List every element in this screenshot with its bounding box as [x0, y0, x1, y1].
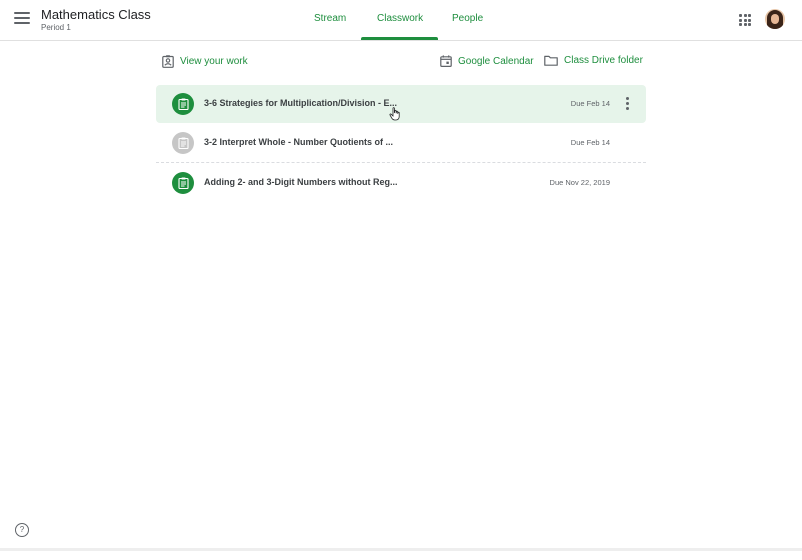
assignment-ind-icon [162, 55, 174, 68]
calendar-icon [440, 55, 452, 67]
tab-classwork[interactable]: Classwork [377, 13, 423, 24]
bottom-edge-bar [0, 548, 802, 551]
view-your-work-label: View your work [180, 56, 248, 67]
folder-icon [544, 55, 558, 66]
class-drive-folder-label: Class Drive folder [564, 55, 643, 66]
avatar[interactable] [765, 9, 785, 29]
hand-pointer-cursor-icon [389, 107, 400, 121]
help-icon[interactable]: ? [15, 523, 29, 537]
assignment-due-date: Due Feb 14 [570, 99, 610, 108]
more-vert-icon[interactable] [626, 97, 630, 111]
assignment-icon [172, 93, 194, 115]
active-tab-indicator [361, 37, 438, 40]
tab-people[interactable]: People [452, 13, 483, 24]
assignment-due-date: Due Nov 22, 2019 [549, 178, 610, 187]
class-drive-folder-link[interactable]: Class Drive folder [544, 55, 643, 66]
assignment-row[interactable]: 3-6 Strategies for Multiplication/Divisi… [156, 85, 646, 123]
assignment-icon [172, 172, 194, 194]
view-your-work-link[interactable]: View your work [162, 55, 248, 68]
assignment-due-date: Due Feb 14 [570, 138, 610, 147]
google-calendar-label: Google Calendar [458, 55, 534, 67]
top-app-bar: Mathematics Class Period 1 Stream Classw… [0, 0, 802, 41]
hamburger-menu-icon[interactable] [14, 12, 30, 26]
assignment-title[interactable]: Adding 2- and 3-Digit Numbers without Re… [204, 177, 398, 187]
assignment-icon [172, 132, 194, 154]
tab-stream[interactable]: Stream [314, 13, 346, 24]
class-section: Period 1 [41, 23, 71, 32]
apps-grid-icon[interactable] [739, 14, 751, 26]
assignment-title[interactable]: 3-6 Strategies for Multiplication/Divisi… [204, 98, 397, 108]
assignment-title[interactable]: 3-2 Interpret Whole - Number Quotients o… [204, 137, 393, 147]
assignment-row[interactable]: Adding 2- and 3-Digit Numbers without Re… [156, 164, 646, 202]
google-calendar-link[interactable]: Google Calendar [440, 55, 534, 67]
class-title[interactable]: Mathematics Class [41, 7, 151, 22]
assignment-row[interactable]: 3-2 Interpret Whole - Number Quotients o… [156, 124, 646, 163]
